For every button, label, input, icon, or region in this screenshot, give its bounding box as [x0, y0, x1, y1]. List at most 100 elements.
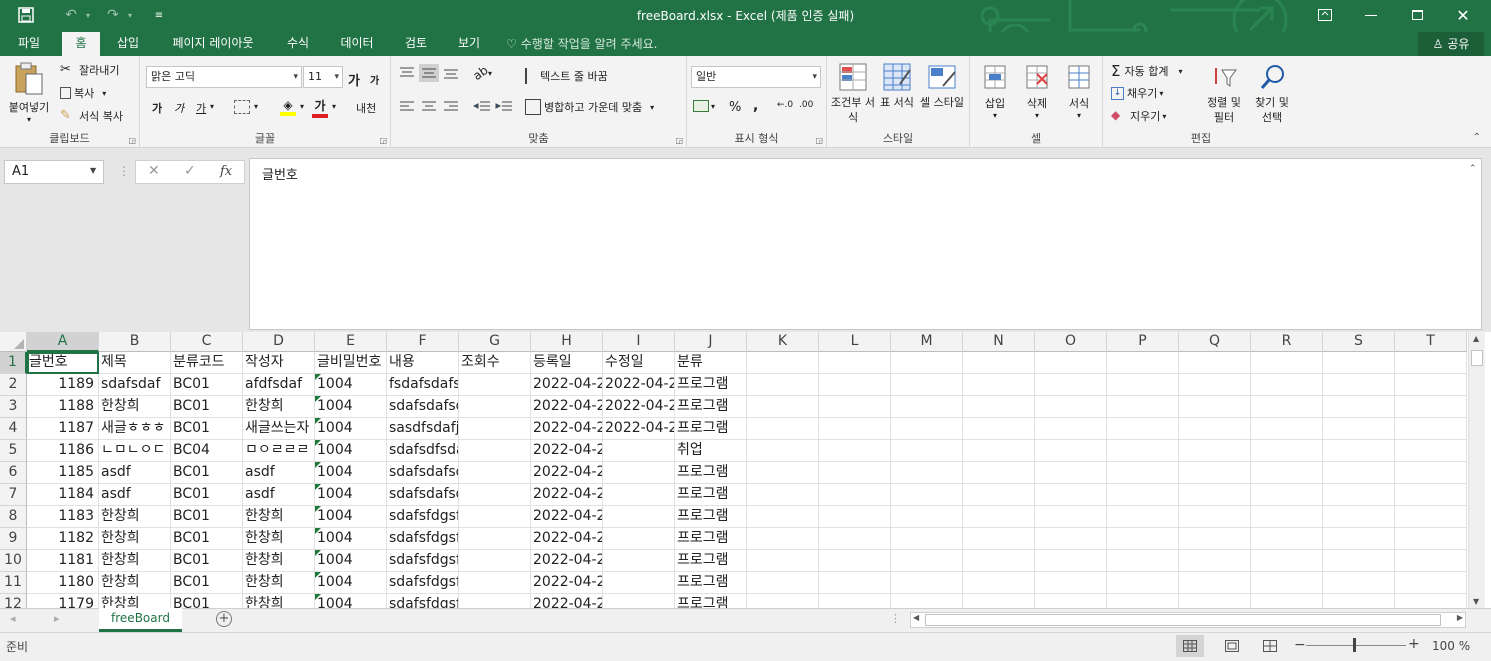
cell[interactable]: [963, 594, 1035, 608]
cell[interactable]: [963, 396, 1035, 418]
column-header-l[interactable]: L: [819, 332, 891, 352]
borders-dropdown-icon[interactable]: ▾: [254, 102, 258, 111]
cell[interactable]: [1179, 418, 1251, 440]
alignment-launcher-icon[interactable]: ◲: [675, 136, 683, 145]
cell[interactable]: 2022-04-26: [531, 572, 603, 594]
cell[interactable]: [963, 506, 1035, 528]
cell[interactable]: 프로그램: [675, 462, 747, 484]
row-header[interactable]: 6: [0, 462, 27, 484]
cell[interactable]: 프로그램: [675, 484, 747, 506]
cell[interactable]: BC01: [171, 484, 243, 506]
autosum-button[interactable]: Σ 자동 합계 ▾: [1111, 62, 1182, 80]
page-break-view-button[interactable]: [1256, 635, 1284, 657]
cell[interactable]: [459, 506, 531, 528]
cell[interactable]: [747, 594, 819, 608]
column-header-e[interactable]: E: [315, 332, 387, 352]
cell[interactable]: [891, 440, 963, 462]
tab-splitter-icon[interactable]: ⋮: [890, 612, 901, 625]
cell[interactable]: 한창희: [99, 594, 171, 608]
cell[interactable]: 프로그램: [675, 506, 747, 528]
cell[interactable]: [1251, 572, 1323, 594]
cell[interactable]: sasdfsdafjshdfjksdhfj: [387, 418, 459, 440]
cell[interactable]: [963, 418, 1035, 440]
column-header-c[interactable]: C: [171, 332, 243, 352]
phonetic-button[interactable]: 내천: [356, 100, 376, 116]
cell[interactable]: asdf: [99, 484, 171, 506]
cell[interactable]: 2022-04-27: [531, 484, 603, 506]
cell[interactable]: [891, 374, 963, 396]
cell[interactable]: 2022-04-2: [531, 418, 603, 440]
cell[interactable]: 1004: [315, 462, 387, 484]
bold-button[interactable]: 가: [152, 100, 162, 116]
cell[interactable]: [1395, 462, 1467, 484]
active-cell[interactable]: 글번호: [27, 352, 99, 374]
cell[interactable]: [891, 462, 963, 484]
cell[interactable]: 한창희: [99, 528, 171, 550]
cell[interactable]: 1004: [315, 440, 387, 462]
cell[interactable]: BC01: [171, 418, 243, 440]
cell[interactable]: [1323, 594, 1395, 608]
cell[interactable]: 분류: [675, 352, 747, 374]
cell[interactable]: [459, 440, 531, 462]
sheet-tab-freeboard[interactable]: freeBoard: [99, 608, 182, 632]
orientation-icon[interactable]: ab ▾: [470, 63, 492, 83]
cell[interactable]: 작성자: [243, 352, 315, 374]
comma-button[interactable]: ,: [753, 98, 758, 114]
cell[interactable]: [459, 528, 531, 550]
cell[interactable]: 글비밀번호: [315, 352, 387, 374]
scroll-up-icon[interactable]: ▲: [1473, 334, 1479, 343]
copy-button[interactable]: 복사 ▾: [60, 85, 106, 101]
cell[interactable]: sdafsdaf: [99, 374, 171, 396]
cell[interactable]: [1251, 462, 1323, 484]
column-header-r[interactable]: R: [1251, 332, 1323, 352]
cell[interactable]: [1323, 506, 1395, 528]
cell[interactable]: [1251, 352, 1323, 374]
cell[interactable]: 내용: [387, 352, 459, 374]
cell[interactable]: 프로그램: [675, 374, 747, 396]
cell[interactable]: 1186: [27, 440, 99, 462]
vertical-scroll-thumb[interactable]: [1471, 350, 1483, 366]
row-header[interactable]: 12: [0, 594, 27, 608]
cell[interactable]: [1395, 572, 1467, 594]
cell[interactable]: [1107, 572, 1179, 594]
cell[interactable]: [1035, 462, 1107, 484]
cell[interactable]: [603, 484, 675, 506]
cell[interactable]: [1395, 396, 1467, 418]
cell[interactable]: 프로그램: [675, 594, 747, 608]
column-header-m[interactable]: M: [891, 332, 963, 352]
tab-page-layout[interactable]: 페이지 레이아웃: [160, 32, 266, 56]
cell[interactable]: [963, 374, 1035, 396]
cell[interactable]: BC01: [171, 506, 243, 528]
cell[interactable]: [891, 594, 963, 608]
column-header-o[interactable]: O: [1035, 332, 1107, 352]
align-middle-icon[interactable]: [419, 64, 439, 82]
row-header[interactable]: 9: [0, 528, 27, 550]
next-sheet-icon[interactable]: ▸: [54, 612, 60, 625]
number-launcher-icon[interactable]: ◲: [815, 136, 823, 145]
cell[interactable]: afdfsdaf: [243, 374, 315, 396]
cell[interactable]: [1035, 418, 1107, 440]
cell[interactable]: 1004: [315, 550, 387, 572]
vertical-scrollbar[interactable]: ▲ ▼: [1468, 332, 1485, 608]
cell[interactable]: 2022-04-26: [531, 594, 603, 608]
cell[interactable]: asdf: [99, 462, 171, 484]
scroll-left-icon[interactable]: ◀: [913, 613, 919, 622]
cell[interactable]: [1107, 506, 1179, 528]
cell[interactable]: [459, 550, 531, 572]
cell[interactable]: [747, 572, 819, 594]
cell[interactable]: sdafsdafsdfsdfsdaf: [387, 462, 459, 484]
cell[interactable]: [1179, 506, 1251, 528]
cell[interactable]: [747, 506, 819, 528]
cell[interactable]: [1323, 418, 1395, 440]
row-header[interactable]: 10: [0, 550, 27, 572]
zoom-level[interactable]: 100 %: [1432, 639, 1470, 653]
horizontal-scrollbar[interactable]: ◀ ▶: [910, 612, 1466, 628]
sort-filter-button[interactable]: 정렬 및 필터: [1201, 62, 1247, 125]
cell[interactable]: 2022-04-2: [531, 396, 603, 418]
tab-file[interactable]: 파일: [0, 32, 58, 56]
cell[interactable]: [819, 484, 891, 506]
cell[interactable]: [1323, 440, 1395, 462]
underline-button[interactable]: 가: [196, 100, 206, 116]
column-header-j[interactable]: J: [675, 332, 747, 352]
cell[interactable]: [891, 396, 963, 418]
